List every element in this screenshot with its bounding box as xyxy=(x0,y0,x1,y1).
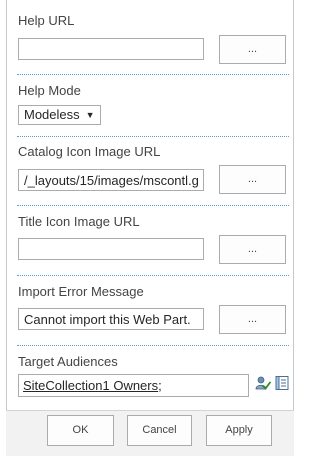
help-url-label: Help URL xyxy=(18,13,75,28)
catalog-icon-browse-button[interactable]: ... xyxy=(219,165,286,194)
help-mode-label: Help Mode xyxy=(18,83,81,98)
import-error-input[interactable]: Cannot import this Web Part. xyxy=(18,308,204,330)
cancel-button[interactable]: Cancel xyxy=(127,415,192,446)
separator xyxy=(17,205,289,206)
catalog-icon-label: Catalog Icon Image URL xyxy=(18,144,161,159)
web-part-properties-panel: Help URL ... Help Mode Modeless ▼ Catalog… xyxy=(0,0,306,456)
help-url-input[interactable] xyxy=(18,38,204,60)
audience-separator: ; xyxy=(158,378,162,393)
catalog-icon-input[interactable]: /_layouts/15/images/mscontl.g xyxy=(18,169,204,191)
panel-right-border xyxy=(293,0,294,410)
address-book-icon[interactable] xyxy=(274,375,290,391)
separator xyxy=(17,74,289,75)
dialog-footer: OK Cancel Apply xyxy=(6,410,294,456)
import-error-browse-button[interactable]: ... xyxy=(219,305,286,334)
audience-entity[interactable]: SiteCollection1 Owners xyxy=(23,378,158,393)
help-url-browse-button[interactable]: ... xyxy=(219,35,286,64)
import-error-label: Import Error Message xyxy=(18,284,144,299)
separator xyxy=(17,136,289,137)
target-audiences-label: Target Audiences xyxy=(18,354,118,369)
help-mode-selected-value: Modeless xyxy=(24,107,80,122)
ok-button[interactable]: OK xyxy=(47,415,114,446)
dropdown-arrow-icon: ▼ xyxy=(85,110,95,120)
apply-button[interactable]: Apply xyxy=(206,415,272,446)
separator xyxy=(17,345,289,346)
help-mode-select[interactable]: Modeless ▼ xyxy=(18,105,101,125)
title-icon-browse-button[interactable]: ... xyxy=(219,235,286,264)
panel-left-border xyxy=(6,0,7,410)
title-icon-label: Title Icon Image URL xyxy=(18,214,140,229)
check-names-icon[interactable] xyxy=(255,375,271,391)
target-audiences-input[interactable]: SiteCollection1 Owners; xyxy=(18,374,249,397)
separator xyxy=(17,275,289,276)
title-icon-input[interactable] xyxy=(18,238,204,260)
